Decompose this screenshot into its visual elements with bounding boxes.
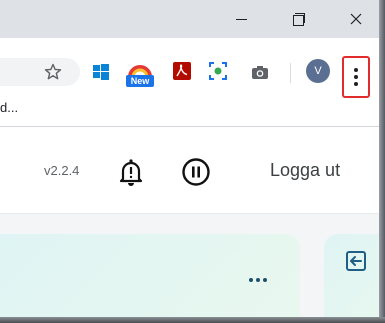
bookmark-bar: d... [0,98,379,127]
camera-icon [252,66,268,79]
more-horiz-icon [249,278,253,282]
dashboard-card[interactable] [0,234,300,317]
dashboard-card[interactable] [324,234,379,317]
close-button[interactable] [333,0,379,38]
more-horiz-icon-dot [263,278,267,282]
minimize-button[interactable] [218,0,264,38]
camera-extension-button[interactable] [250,62,270,82]
more-horiz-icon-dot [256,278,260,282]
browser-window: New V d... v2.2.4 Logga ut [0,0,379,317]
screen-capture-icon [209,62,227,80]
browser-toolbar: New V [0,38,379,98]
star-icon [44,63,62,80]
acrobat-icon [173,62,191,80]
minimize-icon [235,18,247,20]
app-header: v2.2.4 Logga ut [0,127,379,214]
title-bar [0,0,379,38]
browser-menu-button[interactable] [342,56,370,98]
profile-avatar[interactable]: V [306,59,330,83]
bookmark-item[interactable]: d... [0,100,18,115]
notifications-button[interactable] [114,155,148,189]
more-vert-icon-dot [354,75,358,79]
bookmark-star-button[interactable] [40,59,66,85]
screen-capture-extension-button[interactable] [208,61,228,81]
app-version: v2.2.4 [44,163,80,178]
windows-extension-button[interactable] [92,63,110,81]
windows-icon [93,64,109,80]
card-menu-button[interactable] [249,278,267,282]
pause-button[interactable] [179,155,213,189]
more-vert-icon [354,68,358,72]
more-vert-icon-dot [354,82,358,86]
content-area [0,214,379,317]
window-shadow-bottom [0,317,385,323]
new-badge: New [130,76,150,86]
new-extension-button[interactable]: New [124,59,156,87]
logout-link[interactable]: Logga ut [270,160,340,181]
restore-icon [293,15,304,26]
login-icon[interactable] [345,250,367,272]
restore-button[interactable] [276,0,322,38]
close-icon [350,13,362,25]
pause-circle-icon [182,158,210,186]
bell-alert-icon [119,159,143,186]
window-shadow-right [379,0,385,323]
acrobat-extension-button[interactable] [172,61,192,81]
toolbar-separator [290,63,291,83]
